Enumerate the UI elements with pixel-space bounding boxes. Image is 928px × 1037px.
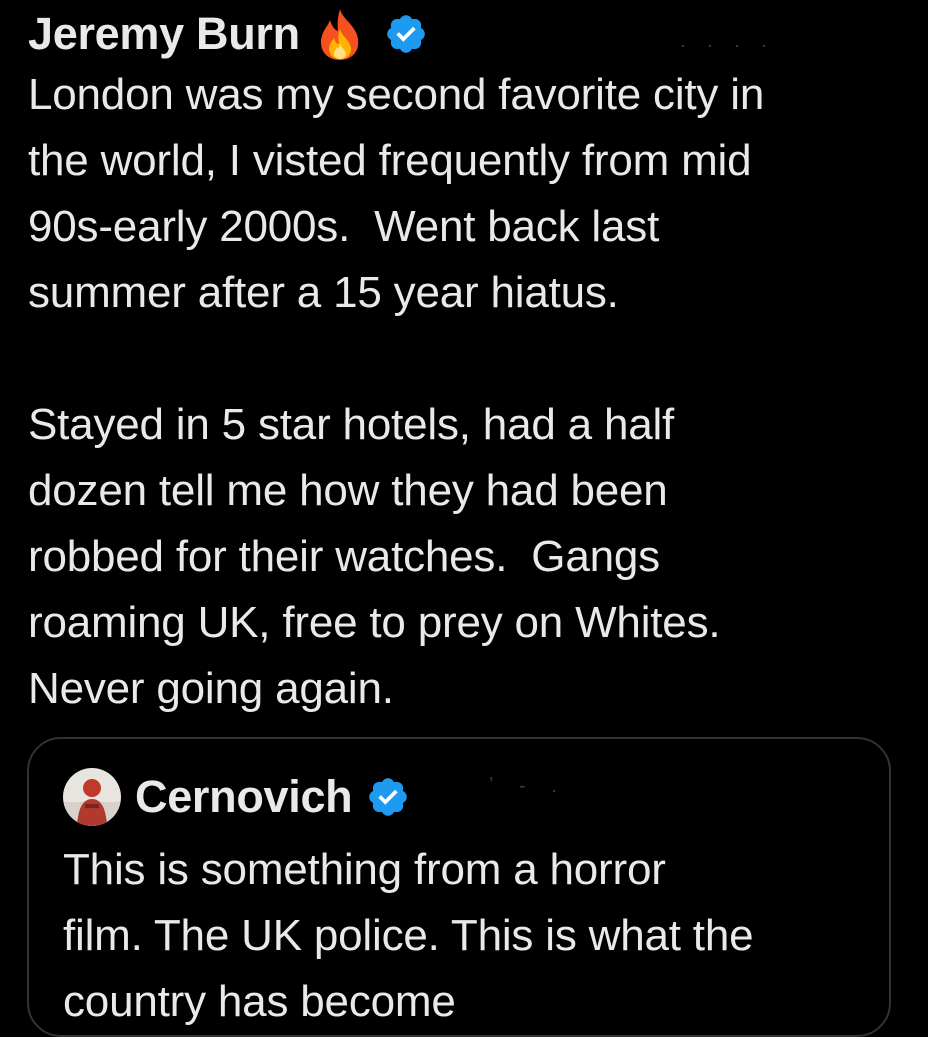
quoted-author-handle[interactable]: ʼ - . bbox=[489, 775, 567, 798]
quoted-tweet-text: This is something from a horror film. Th… bbox=[63, 845, 754, 1026]
author-display-name[interactable]: Jeremy Burn bbox=[28, 8, 300, 60]
verified-badge-icon bbox=[384, 12, 428, 56]
fire-icon bbox=[316, 7, 364, 61]
tweet-text: London was my second favorite city in th… bbox=[28, 70, 765, 713]
tweet-author-row: Jeremy Burn bbox=[28, 4, 428, 64]
quoted-author-display-name[interactable]: Cernovich bbox=[135, 771, 353, 823]
tweet[interactable]: Jeremy Burn . . . . London was my second… bbox=[0, 0, 928, 1037]
verified-badge-icon bbox=[366, 775, 410, 819]
quoted-author-row: Cernovich bbox=[63, 767, 410, 827]
author-handle[interactable]: . . . . bbox=[680, 30, 775, 53]
quoted-tweet-card[interactable]: Cernovich ʼ - . This is something from a… bbox=[27, 737, 891, 1037]
avatar[interactable] bbox=[63, 768, 121, 826]
